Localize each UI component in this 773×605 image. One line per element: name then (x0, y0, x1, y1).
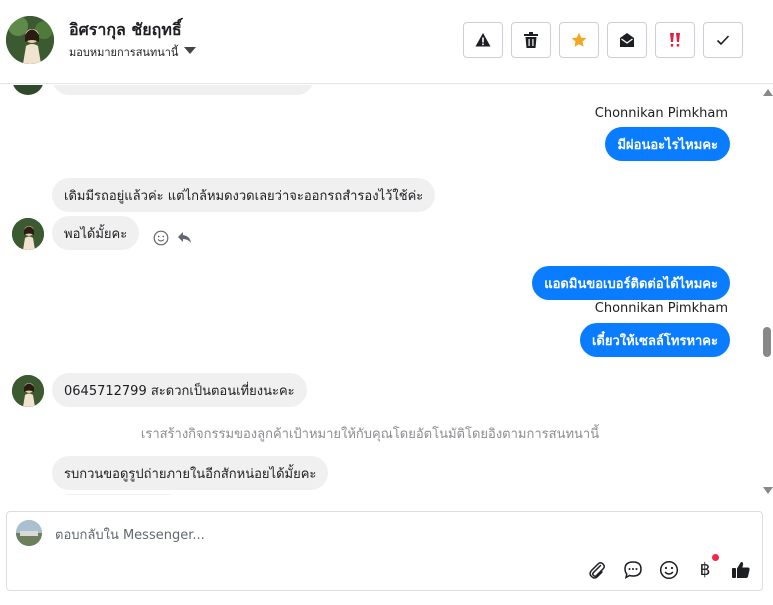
message-bubble-incoming: เดิมมีรถอยู่แล้วค่ะ แต่ไกล้หมดงวดเลยว่าจ… (52, 178, 436, 212)
saved-replies-button[interactable] (621, 558, 645, 582)
composer-toolbar: ฿ (585, 554, 753, 582)
priority-button[interactable] (655, 22, 695, 58)
message-bubble-outgoing: แอดมินขอเบอร์ติดต่อได้ไหมคะ (532, 266, 730, 300)
scroll-up-arrow-icon[interactable] (763, 89, 773, 96)
assign-label: มอบหมายการสนทนานี้ (69, 46, 179, 59)
conversation-toolbar (463, 22, 743, 58)
reply-composer: ฿ (6, 511, 763, 591)
message-bubble-incoming: 0645712799 สะดวกเป็นตอนเที่ยงนะคะ (52, 373, 307, 407)
thread-scrollbar[interactable] (761, 85, 773, 497)
caret-down-icon (184, 47, 197, 54)
notification-dot (712, 554, 719, 561)
page-avatar (16, 520, 42, 546)
like-button[interactable] (729, 558, 753, 582)
sender-name: Chonnikan Pimkham (594, 301, 728, 316)
contact-avatar[interactable] (6, 16, 54, 64)
message-bubble-partial (52, 494, 184, 495)
sender-avatar (12, 85, 44, 95)
double-exclamation-icon (670, 33, 680, 47)
done-button[interactable] (703, 22, 743, 58)
star-icon (571, 32, 587, 47)
star-button[interactable] (559, 22, 599, 58)
attach-button[interactable] (585, 558, 609, 582)
sender-name: Chonnikan Pimkham (594, 106, 728, 121)
smiley-react-icon[interactable] (153, 230, 169, 246)
chat-bubble-icon (624, 561, 642, 579)
check-icon (716, 35, 730, 46)
scroll-thumb[interactable] (763, 327, 771, 357)
message-bubble-incoming: รบกวนขอดูรูปถ่ายภายในอีกสักหน่อยได้มั้ยค… (52, 456, 329, 490)
message-bubble-outgoing: มีผ่อนอะไรไหมคะ (605, 127, 730, 161)
reply-icon[interactable] (177, 231, 193, 245)
conversation-header: อิศรากุล ชัยฤทธิ์ มอบหมายการสนทนานี้ (0, 0, 773, 84)
sender-avatar (12, 375, 44, 407)
contact-name: อิศรากุล ชัยฤทธิ์ (69, 20, 182, 39)
smiley-icon (659, 560, 679, 580)
reply-input[interactable] (55, 524, 655, 546)
thumbs-up-icon (732, 561, 750, 578)
warning-icon (475, 33, 491, 47)
delete-button[interactable] (511, 22, 551, 58)
scroll-down-arrow-icon[interactable] (763, 487, 773, 494)
payment-button[interactable]: ฿ (693, 554, 719, 582)
message-bubble-outgoing: เดี๋ยวให้เซลล์โทรหาคะ (579, 323, 730, 357)
message-thread[interactable]: Chonnikan Pimkham มีผ่อนอะไรไหมคะ เดิมมี… (0, 85, 773, 495)
assign-conversation-dropdown[interactable]: มอบหมายการสนทนานี้ (69, 43, 197, 61)
message-bubble-partial (52, 85, 314, 95)
envelope-open-icon (620, 33, 634, 47)
baht-icon: ฿ (699, 560, 711, 580)
trash-icon (524, 32, 538, 48)
message-bubble-incoming: พอได้มั้ยคะ (52, 216, 140, 250)
system-activity-note: เราสร้างกิจกรรมของลูกค้าเป้าหมายให้กับคุ… (140, 427, 600, 442)
sender-avatar (12, 218, 44, 250)
emoji-button[interactable] (657, 558, 681, 582)
mark-unread-button[interactable] (607, 22, 647, 58)
spam-button[interactable] (463, 22, 503, 58)
paperclip-icon (589, 562, 605, 579)
